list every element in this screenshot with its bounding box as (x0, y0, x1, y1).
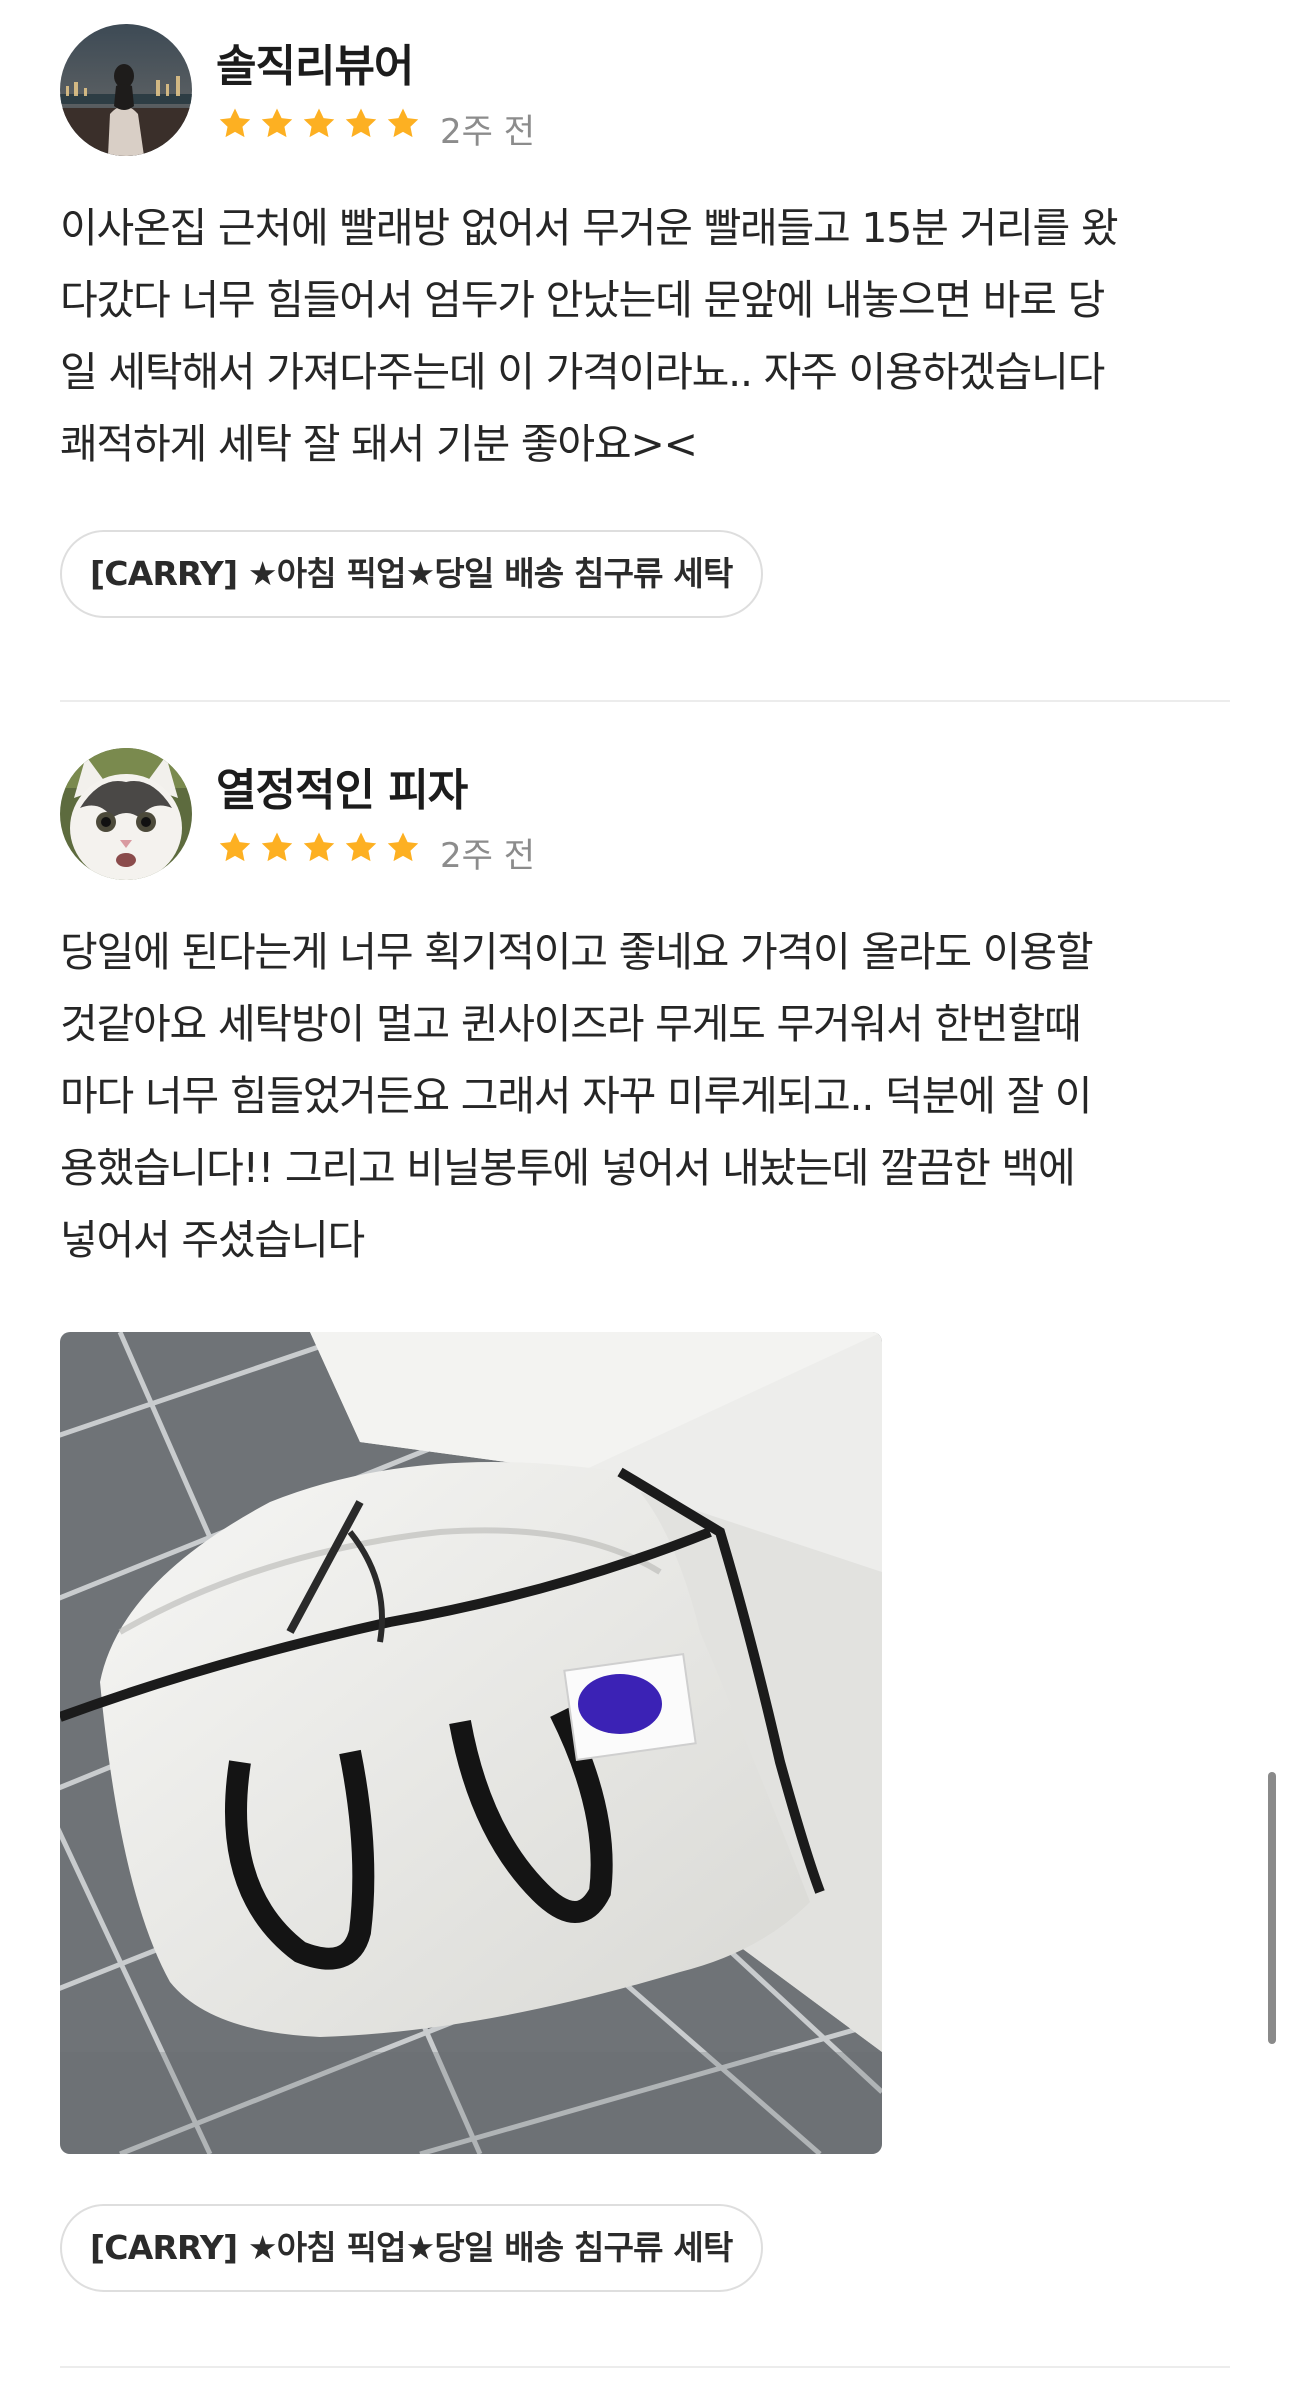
review-header: 열정적인 피자 2주 전 (60, 748, 1230, 880)
divider (60, 700, 1230, 702)
divider (60, 2366, 1230, 2368)
star-icon (261, 108, 293, 138)
star-icon (303, 108, 335, 138)
review-photo[interactable] (60, 1332, 882, 2154)
review-text-line: 마다 너무 힘들었거든요 그래서 자꾸 미루게되고.. 덕분에 잘 이 (60, 1072, 1093, 1120)
review-text-line: 쾌적하게 세탁 잘 돼서 기분 좋아요>< (60, 420, 698, 468)
review-text-line: 이사온집 근처에 빨래방 없어서 무거운 빨래들고 15분 거리를 왔 (60, 204, 1119, 252)
review-text-line: 넣어서 주셨습니다 (60, 1216, 365, 1264)
star-icon (219, 832, 251, 862)
star-icon (219, 108, 251, 138)
review-text: 이사온집 근처에 빨래방 없어서 무거운 빨래들고 15분 거리를 왔 다갔다 … (60, 192, 1230, 480)
star-icon (303, 832, 335, 862)
review-text-line: 당일에 된다는게 너무 획기적이고 좋네요 가격이 올라도 이용할 (60, 928, 1094, 976)
star-icon (345, 108, 377, 138)
review-card: 열정적인 피자 2주 전 당일에 된다는게 너무 획기적이고 좋네요 가격이 올… (60, 748, 1230, 2292)
star-icon (345, 832, 377, 862)
review-header: 솔직리뷰어 2주 전 (60, 24, 1230, 156)
review-text-line: 일 세탁해서 가져다주는데 이 가격이라뇨.. 자주 이용하겠습니다 (60, 348, 1105, 396)
product-tag-button[interactable]: [CARRY] ★아침 픽업★당일 배송 침구류 세탁 (60, 2204, 763, 2292)
review-card: 솔직리뷰어 2주 전 이사온집 근처에 빨래방 없어서 무거운 빨래들고 15분… (60, 24, 1230, 618)
reviewer-name[interactable]: 솔직리뷰어 (216, 30, 414, 94)
review-time: 2주 전 (440, 112, 535, 152)
review-text-line: 용했습니다!! 그리고 비닐봉투에 넣어서 내놨는데 깔끔한 백에 (60, 1144, 1076, 1192)
review-time: 2주 전 (440, 836, 535, 876)
star-icon (261, 832, 293, 862)
star-icon (387, 108, 419, 138)
reviewer-name[interactable]: 열정적인 피자 (216, 754, 468, 818)
avatar[interactable] (60, 748, 192, 880)
star-icon (387, 832, 419, 862)
review-text: 당일에 된다는게 너무 획기적이고 좋네요 가격이 올라도 이용할 것같아요 세… (60, 916, 1230, 1276)
star-rating (216, 826, 426, 870)
product-tag-button[interactable]: [CARRY] ★아침 픽업★당일 배송 침구류 세탁 (60, 530, 763, 618)
review-text-line: 것같아요 세탁방이 멀고 퀸사이즈라 무게도 무거워서 한번할때 (60, 1000, 1082, 1048)
review-text-line: 다갔다 너무 힘들어서 엄두가 안났는데 문앞에 내놓으면 바로 당 (60, 276, 1105, 324)
scrollbar[interactable] (1268, 1772, 1276, 2044)
star-rating (216, 102, 426, 146)
avatar[interactable] (60, 24, 192, 156)
